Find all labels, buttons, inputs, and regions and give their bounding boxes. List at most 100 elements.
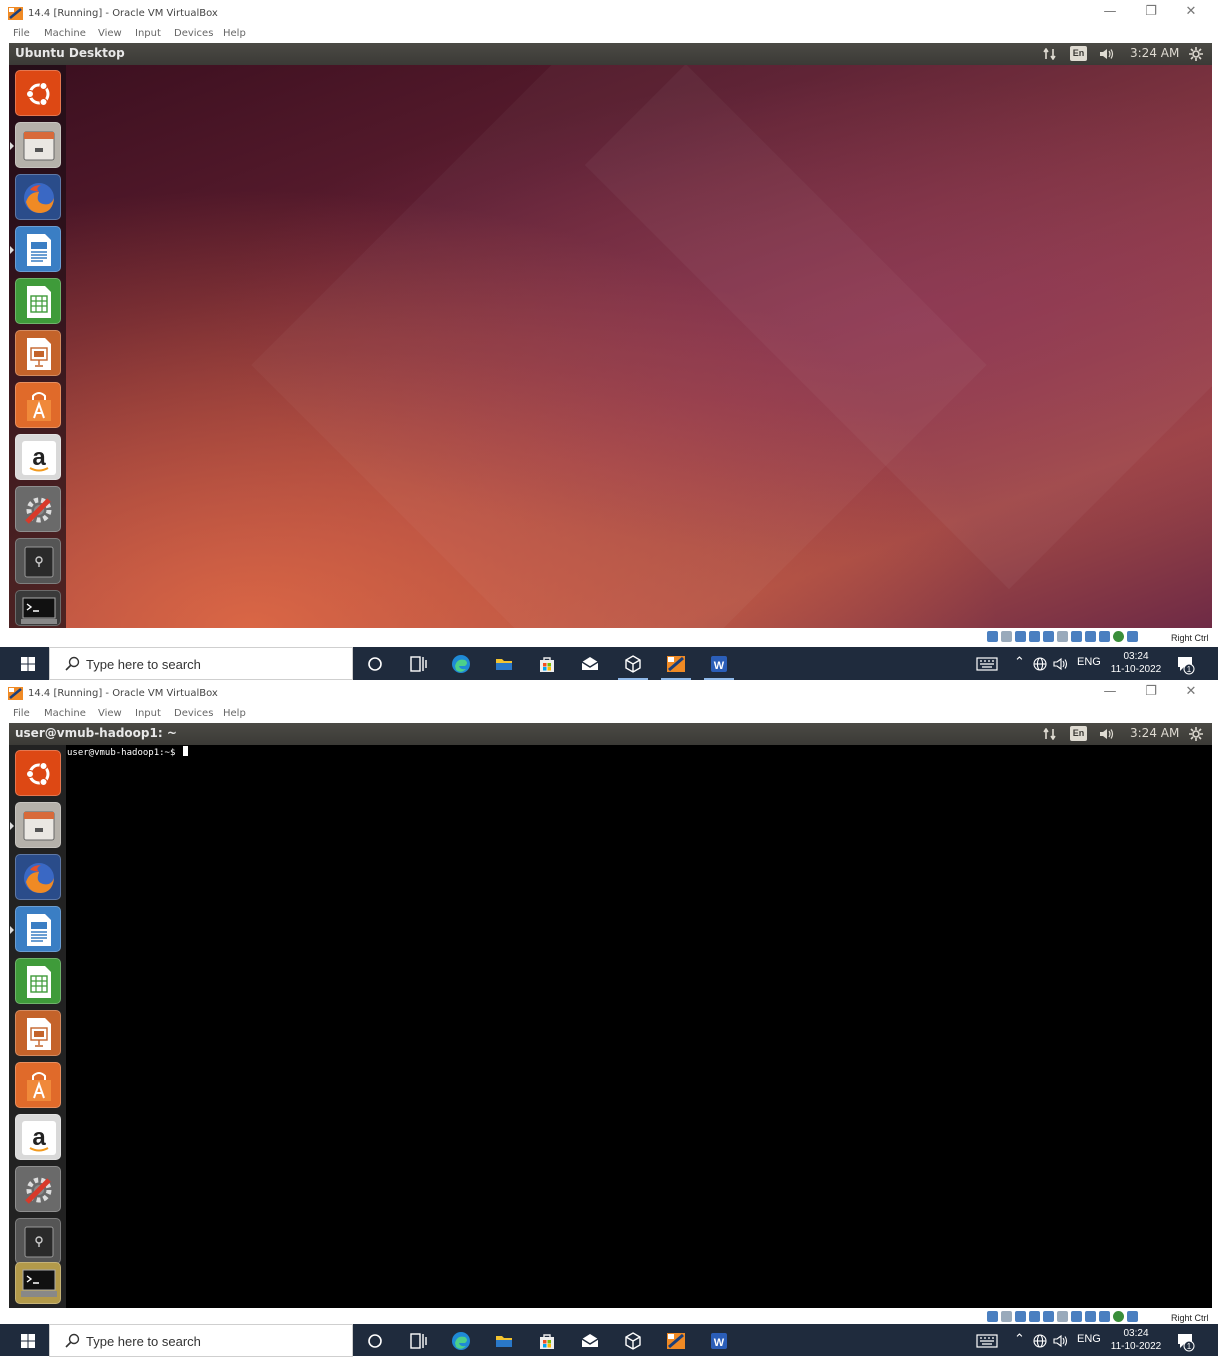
- taskbar-file-explorer[interactable]: [485, 1324, 523, 1357]
- launcher-files[interactable]: [10, 802, 61, 848]
- taskbar-clock[interactable]: 03:24 11-10-2022: [1107, 1327, 1165, 1353]
- launcher-software-center[interactable]: [15, 1062, 61, 1108]
- video-capture-status-icon[interactable]: [1085, 1311, 1096, 1322]
- taskbar-virtualbox[interactable]: [657, 1324, 695, 1357]
- menu-view[interactable]: View: [98, 28, 122, 39]
- session-gear-icon[interactable]: [1189, 727, 1203, 741]
- launcher-firefox[interactable]: [15, 854, 61, 900]
- menu-file[interactable]: File: [13, 708, 30, 719]
- globe-network-icon[interactable]: [1033, 657, 1047, 671]
- launcher-dash-home[interactable]: [15, 70, 61, 116]
- panel-clock[interactable]: 3:24 AM: [1130, 726, 1179, 740]
- panel-clock[interactable]: 3:24 AM: [1130, 46, 1179, 60]
- start-button[interactable]: [7, 647, 48, 680]
- usb-status-icon[interactable]: [1043, 1311, 1054, 1322]
- menu-input[interactable]: Input: [135, 708, 161, 719]
- taskbar-search-box[interactable]: Type here to search: [49, 1324, 353, 1357]
- taskbar-word[interactable]: W: [700, 1324, 738, 1357]
- cortana-button[interactable]: [356, 1324, 394, 1357]
- network-icon[interactable]: [1043, 728, 1057, 740]
- launcher-dash-home[interactable]: [15, 750, 61, 796]
- launcher-system-settings[interactable]: [15, 486, 61, 532]
- volume-icon[interactable]: [1099, 728, 1115, 740]
- touch-keyboard-icon[interactable]: [976, 657, 998, 671]
- input-language[interactable]: ENG: [1077, 656, 1101, 668]
- menu-help[interactable]: Help: [223, 708, 246, 719]
- keyboard-capture-status-icon[interactable]: [1127, 631, 1138, 642]
- launcher-amazon[interactable]: a: [15, 1114, 61, 1160]
- audio-status-icon[interactable]: [1015, 1311, 1026, 1322]
- launcher-system-settings[interactable]: [15, 1166, 61, 1212]
- touch-keyboard-icon[interactable]: [976, 1334, 998, 1348]
- menu-machine[interactable]: Machine: [44, 708, 86, 719]
- minimize-button[interactable]: —: [1100, 684, 1120, 699]
- taskbar-mail[interactable]: [571, 647, 609, 680]
- show-hidden-icons-icon[interactable]: ⌃: [1014, 1331, 1025, 1347]
- taskbar-3d-viewer[interactable]: [614, 1324, 652, 1357]
- mouse-integration-status-icon[interactable]: [1113, 1311, 1124, 1322]
- hard-disk-status-icon[interactable]: [987, 1311, 998, 1322]
- launcher-terminal[interactable]: [15, 590, 61, 626]
- shared-folders-status-icon[interactable]: [1057, 631, 1068, 642]
- shared-folders-status-icon[interactable]: [1057, 1311, 1068, 1322]
- task-view-button[interactable]: [399, 647, 437, 680]
- menu-file[interactable]: File: [13, 28, 30, 39]
- launcher-calc[interactable]: [15, 958, 61, 1004]
- taskbar-search-box[interactable]: Type here to search: [49, 647, 353, 680]
- menu-input[interactable]: Input: [135, 28, 161, 39]
- network-icon[interactable]: [1043, 48, 1057, 60]
- session-gear-icon[interactable]: [1189, 47, 1203, 61]
- keyboard-capture-status-icon[interactable]: [1127, 1311, 1138, 1322]
- taskbar-store[interactable]: [528, 647, 566, 680]
- optical-drive-status-icon[interactable]: [1001, 1311, 1012, 1322]
- optical-drive-status-icon[interactable]: [1001, 631, 1012, 642]
- network-status-icon[interactable]: [1029, 631, 1040, 642]
- launcher-calc[interactable]: [15, 278, 61, 324]
- keyboard-layout-indicator[interactable]: En: [1070, 46, 1087, 61]
- hard-disk-status-icon[interactable]: [987, 631, 998, 642]
- menu-help[interactable]: Help: [223, 28, 246, 39]
- minimize-button[interactable]: —: [1100, 4, 1120, 19]
- input-language[interactable]: ENG: [1077, 1333, 1101, 1345]
- launcher-disk-drive[interactable]: [15, 1218, 61, 1264]
- restore-button[interactable]: ❐: [1141, 4, 1161, 19]
- cortana-button[interactable]: [356, 647, 394, 680]
- taskbar-edge[interactable]: [442, 1324, 480, 1357]
- taskbar-mail[interactable]: [571, 1324, 609, 1357]
- usb-status-icon[interactable]: [1043, 631, 1054, 642]
- launcher-terminal[interactable]: [15, 1262, 61, 1304]
- globe-network-icon[interactable]: [1033, 1334, 1047, 1348]
- notification-center-icon[interactable]: 1: [1176, 1332, 1196, 1352]
- menu-devices[interactable]: Devices: [174, 28, 213, 39]
- taskbar-3d-viewer[interactable]: [614, 647, 652, 680]
- launcher-writer[interactable]: [10, 906, 61, 952]
- taskbar-word[interactable]: W: [700, 647, 738, 680]
- taskbar-file-explorer[interactable]: [485, 647, 523, 680]
- display-status-icon[interactable]: [1071, 1311, 1082, 1322]
- launcher-files[interactable]: [10, 122, 61, 168]
- menu-devices[interactable]: Devices: [174, 708, 213, 719]
- taskbar-clock[interactable]: 03:24 11-10-2022: [1107, 650, 1165, 676]
- volume-icon[interactable]: [1099, 48, 1115, 60]
- keyboard-layout-indicator[interactable]: En: [1070, 726, 1087, 741]
- task-view-button[interactable]: [399, 1324, 437, 1357]
- taskbar-edge[interactable]: [442, 647, 480, 680]
- launcher-writer[interactable]: [10, 226, 61, 272]
- terminal-window[interactable]: user@vmub-hadoop1:~$: [9, 745, 1212, 1308]
- speaker-icon[interactable]: [1053, 1334, 1069, 1348]
- menu-machine[interactable]: Machine: [44, 28, 86, 39]
- audio-status-icon[interactable]: [1015, 631, 1026, 642]
- start-button[interactable]: [7, 1324, 48, 1357]
- cpu-status-icon[interactable]: [1099, 631, 1110, 642]
- launcher-disk-drive[interactable]: [15, 538, 61, 584]
- network-status-icon[interactable]: [1029, 1311, 1040, 1322]
- speaker-icon[interactable]: [1053, 657, 1069, 671]
- launcher-firefox[interactable]: [15, 174, 61, 220]
- close-button[interactable]: ✕: [1181, 4, 1201, 19]
- close-button[interactable]: ✕: [1181, 684, 1201, 699]
- display-status-icon[interactable]: [1071, 631, 1082, 642]
- launcher-software-center[interactable]: [15, 382, 61, 428]
- taskbar-virtualbox[interactable]: [657, 647, 695, 680]
- show-hidden-icons-icon[interactable]: ⌃: [1014, 654, 1025, 670]
- launcher-impress[interactable]: [15, 1010, 61, 1056]
